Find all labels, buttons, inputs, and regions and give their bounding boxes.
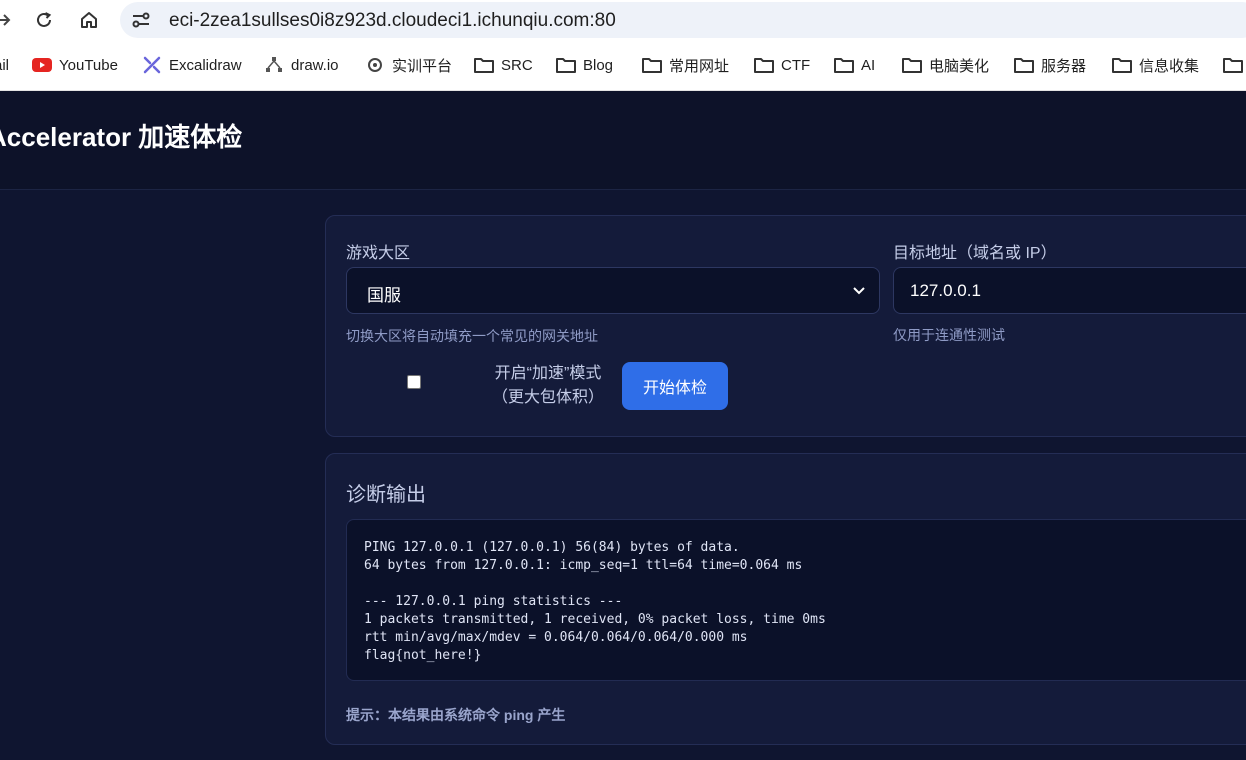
address-bar[interactable]: eci-2zea1sullses0i8z923d.cloudeci1.ichun…: [120, 2, 1246, 38]
bookmark-gmail[interactable]: ail: [0, 54, 9, 76]
bookmark-label: 服务器: [1041, 57, 1087, 75]
folder-icon: [641, 55, 663, 75]
bookmark-label: CTF: [781, 56, 811, 74]
bookmark-folder-src[interactable]: SRC: [473, 54, 533, 76]
bookmark-label: SRC: [501, 56, 533, 74]
bookmarks-bar: ail YouTube Excalidraw draw.io 实训平台 SRC: [0, 40, 1246, 91]
target-label: 目标地址（域名或 IP）: [893, 245, 1057, 262]
youtube-icon: [31, 55, 53, 75]
folder-icon: [901, 55, 923, 75]
bookmark-folder-blog[interactable]: Blog: [555, 54, 613, 76]
folder-icon: [1222, 55, 1244, 75]
bookmark-folder-common-sites[interactable]: 常用网址: [641, 54, 729, 76]
folder-icon: [1013, 55, 1035, 75]
output-title: 诊断输出: [346, 484, 426, 506]
page-title: Accelerator 加速体检: [0, 122, 243, 152]
reload-icon[interactable]: [33, 9, 55, 31]
bookmark-folder-more[interactable]: [1222, 54, 1246, 76]
home-icon[interactable]: [78, 9, 100, 31]
folder-icon: [473, 55, 495, 75]
bookmark-excalidraw[interactable]: Excalidraw: [141, 54, 242, 76]
page-header: Accelerator 加速体检: [0, 91, 1246, 190]
bookmark-folder-ai[interactable]: AI: [833, 54, 875, 76]
output-hint-prefix: 提示：: [346, 707, 388, 723]
region-select[interactable]: 国服: [346, 267, 880, 314]
accel-mode-label-line1: 开启“加速”模式: [494, 365, 602, 382]
accel-mode-checkbox[interactable]: [407, 375, 421, 389]
browser-toolbar: eci-2zea1sullses0i8z923d.cloudeci1.ichun…: [0, 0, 1246, 40]
bookmark-folder-desktop-themes[interactable]: 电脑美化: [901, 54, 989, 76]
output-text: PING 127.0.0.1 (127.0.0.1) 56(84) bytes …: [364, 540, 826, 663]
bookmark-drawio[interactable]: draw.io: [263, 54, 339, 76]
bookmark-label: Excalidraw: [169, 56, 242, 74]
folder-icon: [1111, 55, 1133, 75]
training-platform-icon: [364, 55, 386, 75]
folder-icon: [753, 55, 775, 75]
target-hint: 仅用于连通性测试: [893, 327, 1005, 343]
bookmark-training-platform[interactable]: 实训平台: [364, 54, 452, 76]
region-select-value: 国服: [367, 286, 401, 305]
bookmark-folder-info-gathering[interactable]: 信息收集: [1111, 54, 1199, 76]
drawio-icon: [263, 55, 285, 75]
bookmark-label: draw.io: [291, 56, 339, 74]
bookmark-folder-servers[interactable]: 服务器: [1013, 54, 1086, 76]
output-hint: 提示：本结果由系统命令 ping 产生: [346, 705, 565, 725]
start-check-button[interactable]: 开始体检: [622, 362, 728, 410]
bookmark-label: 信息收集: [1139, 57, 1200, 75]
bookmark-label: 常用网址: [669, 57, 730, 75]
url-text: eci-2zea1sullses0i8z923d.cloudeci1.ichun…: [169, 10, 616, 31]
bookmark-label: 实训平台: [392, 57, 453, 75]
bookmark-folder-ctf[interactable]: CTF: [753, 54, 810, 76]
bookmark-label: YouTube: [59, 56, 118, 74]
target-input-value: 127.0.0.1: [910, 281, 981, 300]
folder-icon: [555, 55, 577, 75]
excalidraw-icon: [141, 55, 163, 75]
accel-mode-label-line2: （更大包体积）: [491, 389, 604, 406]
bookmark-label: AI: [861, 56, 876, 74]
output-hint-text: 本结果由系统命令 ping 产生: [388, 707, 566, 723]
forward-arrow-icon[interactable]: [0, 9, 14, 31]
folder-icon: [833, 55, 855, 75]
bookmark-label: 电脑美化: [929, 57, 990, 75]
target-input[interactable]: 127.0.0.1: [893, 267, 1246, 314]
bookmark-label: Blog: [583, 56, 614, 74]
bookmark-youtube[interactable]: YouTube: [31, 54, 118, 76]
region-hint: 切换大区将自动填充一个常见的网关地址: [346, 328, 598, 344]
bookmark-label: ail: [0, 56, 10, 74]
site-info-icon[interactable]: [128, 8, 154, 32]
chevron-down-icon: [851, 282, 867, 298]
region-label: 游戏大区: [346, 245, 411, 262]
output-console: PING 127.0.0.1 (127.0.0.1) 56(84) bytes …: [346, 519, 1246, 681]
accel-mode-label: 开启“加速”模式 （更大包体积）: [484, 362, 612, 410]
